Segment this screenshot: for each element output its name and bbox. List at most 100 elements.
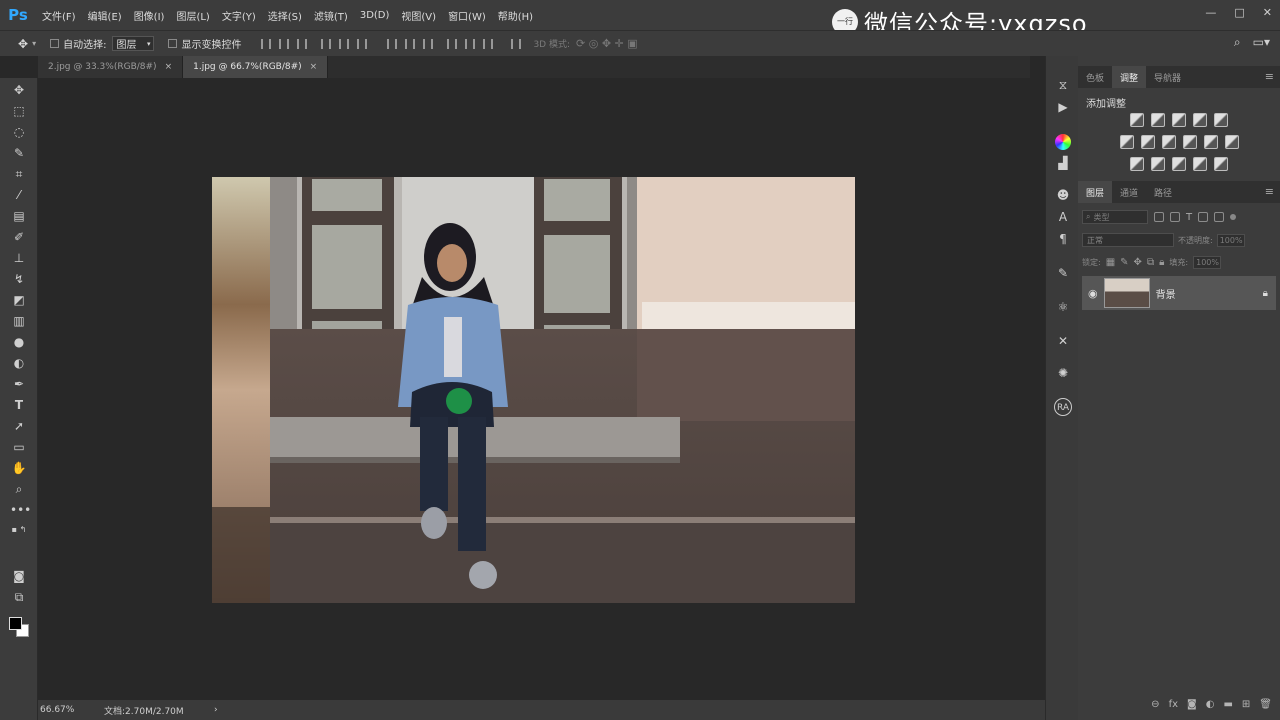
close-icon[interactable]: ✕ [1263,6,1272,19]
posterize-icon[interactable] [1151,157,1165,171]
shape-filter-icon[interactable] [1198,212,1209,222]
show-transform-checkbox[interactable] [168,39,178,48]
auto-select-dropdown[interactable]: 图层 ▾ [112,36,155,51]
type-tool-icon[interactable]: T [10,397,28,413]
clone-stamp-tool-icon[interactable]: ⊥ [10,250,28,266]
path-select-tool-icon[interactable]: ➚ [10,418,28,434]
foreground-color-swatch[interactable] [9,617,22,630]
zoom-tool-icon[interactable]: ⌕ [10,481,28,497]
status-menu-arrow[interactable]: › [214,705,218,715]
eyedropper-tool-icon[interactable]: ⁄ [10,187,28,203]
aperture-icon[interactable]: ✺ [1054,364,1072,382]
quick-mask-icon[interactable]: ◙ [10,568,28,584]
history-icon[interactable]: ⧖ [1054,76,1072,94]
canvas-area[interactable] [38,78,1030,700]
exposure-icon[interactable] [1193,113,1207,127]
lock-transparent-icon[interactable]: ▦ [1106,257,1115,268]
adjustment-filter-icon[interactable] [1170,212,1180,222]
color-lookup-icon[interactable] [1224,135,1239,149]
lock-icon[interactable]: 🔒︎ [1263,288,1268,299]
menu-type[interactable]: 文字(Y) [216,8,262,23]
document-image[interactable] [212,177,855,603]
blend-mode-dropdown[interactable]: 正常 [1082,233,1174,247]
panel-menu-icon[interactable]: ≡ [1265,70,1274,83]
layer-kind-filter[interactable]: ⌕ 类型 [1082,210,1148,224]
move-tool-icon[interactable]: ✥ [18,37,28,51]
align-top-icon[interactable] [261,38,272,49]
character-icon[interactable]: A [1054,208,1072,226]
threshold-icon[interactable] [1172,157,1186,171]
eraser-tool-icon[interactable]: ◩ [10,292,28,308]
curves-icon[interactable] [1172,113,1186,127]
new-adjustment-icon[interactable]: ◐ [1206,699,1215,710]
lock-position-icon[interactable]: ✥ [1134,257,1142,268]
crop-tool-icon[interactable]: ⌗ [10,166,28,182]
add-mask-icon[interactable]: ◙ [1187,699,1197,710]
tab-doc-1[interactable]: 1.jpg @ 66.7%(RGB/8#) × [183,56,329,78]
tab-swatches[interactable]: 色板 [1078,66,1112,88]
3d-orbit-icon[interactable]: ⟳ ◎ ✥ ✛ ▣ [576,37,638,50]
more-tools-icon[interactable]: ••• [10,502,31,518]
align-hcenter-icon[interactable] [339,38,350,49]
pixel-filter-icon[interactable] [1154,212,1164,222]
menu-file[interactable]: 文件(F) [36,8,82,23]
auto-align-icon[interactable] [511,38,522,49]
menu-help[interactable]: 帮助(H) [492,8,539,23]
align-bottom-icon[interactable] [297,38,308,49]
lock-artboard-icon[interactable]: ⧉ [1147,257,1154,268]
panel-menu-icon[interactable]: ≡ [1265,185,1274,198]
histogram-icon[interactable]: ▟ [1054,154,1072,172]
align-vcenter-icon[interactable] [279,38,290,49]
distribute-hcenter-icon[interactable] [465,38,476,49]
menu-view[interactable]: 视图(V) [395,8,442,23]
maximize-icon[interactable]: □ [1234,6,1244,19]
smart-filter-icon[interactable] [1214,212,1225,222]
paragraph-icon[interactable]: ¶ [1054,230,1072,248]
align-right-icon[interactable] [357,38,368,49]
color-wheel-icon[interactable] [1054,132,1072,150]
selective-color-icon[interactable] [1193,157,1207,171]
menu-filter[interactable]: 滤镜(T) [308,8,354,23]
cross-tools-icon[interactable]: ✕ [1054,332,1072,350]
edit-icon[interactable]: ✎ [1054,264,1072,282]
tab-doc-2[interactable]: 2.jpg @ 33.3%(RGB/8#) × [38,56,184,78]
invert-icon[interactable] [1130,157,1144,171]
color-balance-icon[interactable] [1140,135,1155,149]
zoom-level[interactable]: 66.67% [38,705,104,715]
rectangle-tool-icon[interactable]: ▭ [10,439,28,455]
ra-plugin-icon[interactable]: RA [1054,398,1072,416]
play-icon[interactable]: ▶ [1054,98,1072,116]
brush-tool-icon[interactable]: ✐ [10,229,28,245]
brightness-icon[interactable] [1130,113,1144,127]
tab-layers[interactable]: 图层 [1078,181,1113,203]
chevron-down-icon[interactable]: ▾ [32,39,36,48]
new-group-icon[interactable]: ▬ [1223,699,1232,710]
minimize-icon[interactable]: — [1205,6,1216,19]
filter-toggle-icon[interactable] [1230,214,1237,220]
levels-icon[interactable] [1151,113,1165,127]
distribute-bottom-icon[interactable] [423,38,434,49]
hue-saturation-icon[interactable] [1119,135,1134,149]
fill-input[interactable]: 100% [1193,255,1222,269]
menu-select[interactable]: 选择(S) [262,8,308,23]
swap-colors-icon[interactable]: ▪ ↰ [10,522,28,538]
new-layer-icon[interactable]: ⊞ [1242,699,1250,710]
lasso-tool-icon[interactable]: ◌ [10,124,28,140]
blur-tool-icon[interactable]: ● [10,334,28,350]
pen-tool-icon[interactable]: ✒ [10,376,28,392]
link-layers-icon[interactable]: ⊖ [1151,699,1159,710]
workspace-icon[interactable]: ▭▾ [1253,35,1270,50]
people-icon[interactable]: ☻ [1054,186,1072,204]
atom-icon[interactable]: ⚛ [1054,298,1072,316]
menu-image[interactable]: 图像(I) [128,8,171,23]
layer-style-icon[interactable]: fx [1169,699,1178,710]
lock-all-icon[interactable]: 🔒︎ [1159,257,1164,268]
channel-mixer-icon[interactable] [1203,135,1218,149]
quick-select-tool-icon[interactable]: ✎ [10,145,28,161]
menu-window[interactable]: 窗口(W) [442,8,492,23]
auto-select-checkbox[interactable] [50,39,60,48]
search-icon[interactable]: ⌕ [1234,35,1241,50]
tab-adjustments[interactable]: 调整 [1112,66,1147,88]
move-tool-icon[interactable]: ✥ [10,82,28,98]
photo-filter-icon[interactable] [1182,135,1197,149]
